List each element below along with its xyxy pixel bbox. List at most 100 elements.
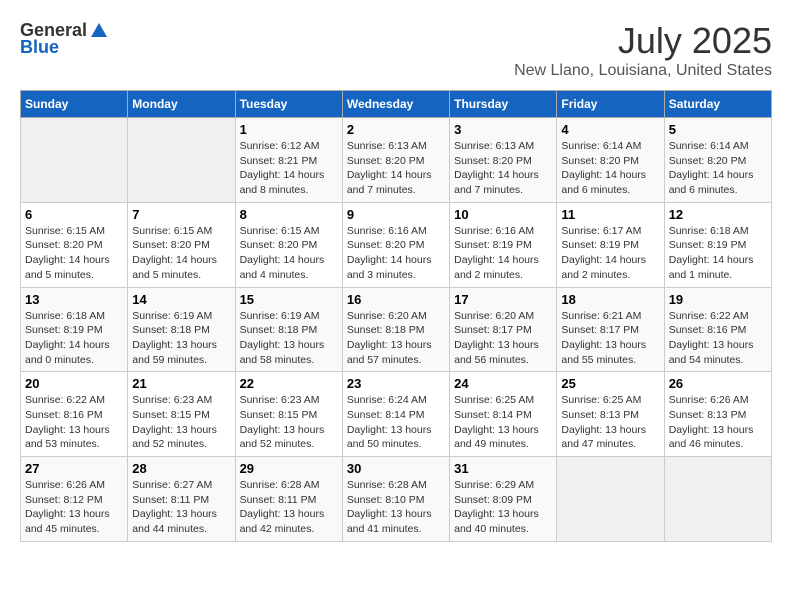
day-info: Sunrise: 6:26 AM Sunset: 8:13 PM Dayligh… — [669, 393, 767, 452]
day-info: Sunrise: 6:24 AM Sunset: 8:14 PM Dayligh… — [347, 393, 445, 452]
calendar-cell: 8 Sunrise: 6:15 AM Sunset: 8:20 PM Daylig… — [235, 202, 342, 287]
day-info: Sunrise: 6:15 AM Sunset: 8:20 PM Dayligh… — [132, 224, 230, 283]
day-number: 10 — [454, 207, 552, 222]
day-info: Sunrise: 6:26 AM Sunset: 8:12 PM Dayligh… — [25, 478, 123, 537]
calendar-cell: 31 Sunrise: 6:29 AM Sunset: 8:09 PM Dayli… — [450, 457, 557, 542]
day-number: 31 — [454, 461, 552, 476]
day-info: Sunrise: 6:16 AM Sunset: 8:19 PM Dayligh… — [454, 224, 552, 283]
day-number: 21 — [132, 376, 230, 391]
day-number: 4 — [561, 122, 659, 137]
calendar-cell: 22 Sunrise: 6:23 AM Sunset: 8:15 PM Dayli… — [235, 372, 342, 457]
day-info: Sunrise: 6:23 AM Sunset: 8:15 PM Dayligh… — [132, 393, 230, 452]
day-number: 19 — [669, 292, 767, 307]
calendar-cell: 21 Sunrise: 6:23 AM Sunset: 8:15 PM Dayli… — [128, 372, 235, 457]
header-thursday: Thursday — [450, 91, 557, 118]
day-info: Sunrise: 6:16 AM Sunset: 8:20 PM Dayligh… — [347, 224, 445, 283]
header-wednesday: Wednesday — [342, 91, 449, 118]
day-number: 14 — [132, 292, 230, 307]
day-info: Sunrise: 6:19 AM Sunset: 8:18 PM Dayligh… — [240, 309, 338, 368]
day-number: 5 — [669, 122, 767, 137]
calendar-cell: 10 Sunrise: 6:16 AM Sunset: 8:19 PM Dayli… — [450, 202, 557, 287]
calendar-table: SundayMondayTuesdayWednesdayThursdayFrid… — [20, 90, 772, 542]
day-number: 20 — [25, 376, 123, 391]
calendar-week-4: 20 Sunrise: 6:22 AM Sunset: 8:16 PM Dayli… — [21, 372, 772, 457]
day-number: 22 — [240, 376, 338, 391]
calendar-cell: 6 Sunrise: 6:15 AM Sunset: 8:20 PM Daylig… — [21, 202, 128, 287]
day-info: Sunrise: 6:28 AM Sunset: 8:11 PM Dayligh… — [240, 478, 338, 537]
day-number: 17 — [454, 292, 552, 307]
calendar-cell — [128, 118, 235, 203]
day-info: Sunrise: 6:13 AM Sunset: 8:20 PM Dayligh… — [454, 139, 552, 198]
calendar-week-5: 27 Sunrise: 6:26 AM Sunset: 8:12 PM Dayli… — [21, 457, 772, 542]
day-number: 6 — [25, 207, 123, 222]
title-section: July 2025 New Llano, Louisiana, United S… — [514, 20, 772, 80]
calendar-cell: 16Sunrise: 6:20 AM Sunset: 8:18 PM Dayli… — [342, 287, 449, 372]
day-info: Sunrise: 6:14 AM Sunset: 8:20 PM Dayligh… — [669, 139, 767, 198]
day-number: 15 — [240, 292, 338, 307]
day-info: Sunrise: 6:22 AM Sunset: 8:16 PM Dayligh… — [669, 309, 767, 368]
calendar-cell: 9 Sunrise: 6:16 AM Sunset: 8:20 PM Daylig… — [342, 202, 449, 287]
location-title: New Llano, Louisiana, United States — [514, 62, 772, 80]
day-info: Sunrise: 6:27 AM Sunset: 8:11 PM Dayligh… — [132, 478, 230, 537]
day-number: 2 — [347, 122, 445, 137]
calendar-cell — [664, 457, 771, 542]
calendar-cell: 19 Sunrise: 6:22 AM Sunset: 8:16 PM Dayli… — [664, 287, 771, 372]
calendar-cell: 29Sunrise: 6:28 AM Sunset: 8:11 PM Dayli… — [235, 457, 342, 542]
calendar-week-2: 6 Sunrise: 6:15 AM Sunset: 8:20 PM Daylig… — [21, 202, 772, 287]
day-info: Sunrise: 6:12 AM Sunset: 8:21 PM Dayligh… — [240, 139, 338, 198]
calendar-cell: 5 Sunrise: 6:14 AM Sunset: 8:20 PM Daylig… — [664, 118, 771, 203]
calendar-header-row: SundayMondayTuesdayWednesdayThursdayFrid… — [21, 91, 772, 118]
day-info: Sunrise: 6:22 AM Sunset: 8:16 PM Dayligh… — [25, 393, 123, 452]
day-info: Sunrise: 6:23 AM Sunset: 8:15 PM Dayligh… — [240, 393, 338, 452]
day-number: 28 — [132, 461, 230, 476]
calendar-cell: 15 Sunrise: 6:19 AM Sunset: 8:18 PM Dayli… — [235, 287, 342, 372]
day-info: Sunrise: 6:20 AM Sunset: 8:17 PM Dayligh… — [454, 309, 552, 368]
calendar-cell: 26 Sunrise: 6:26 AM Sunset: 8:13 PM Dayli… — [664, 372, 771, 457]
calendar-cell — [21, 118, 128, 203]
calendar-cell: 30 Sunrise: 6:28 AM Sunset: 8:10 PM Dayli… — [342, 457, 449, 542]
month-title: July 2025 — [514, 20, 772, 62]
day-info: Sunrise: 6:28 AM Sunset: 8:10 PM Dayligh… — [347, 478, 445, 537]
calendar-cell: 7Sunrise: 6:15 AM Sunset: 8:20 PM Daylig… — [128, 202, 235, 287]
day-number: 27 — [25, 461, 123, 476]
day-number: 1 — [240, 122, 338, 137]
day-info: Sunrise: 6:25 AM Sunset: 8:14 PM Dayligh… — [454, 393, 552, 452]
day-number: 26 — [669, 376, 767, 391]
day-info: Sunrise: 6:21 AM Sunset: 8:17 PM Dayligh… — [561, 309, 659, 368]
day-number: 24 — [454, 376, 552, 391]
header-tuesday: Tuesday — [235, 91, 342, 118]
day-info: Sunrise: 6:17 AM Sunset: 8:19 PM Dayligh… — [561, 224, 659, 283]
calendar-week-3: 13Sunrise: 6:18 AM Sunset: 8:19 PM Dayli… — [21, 287, 772, 372]
header-friday: Friday — [557, 91, 664, 118]
day-info: Sunrise: 6:25 AM Sunset: 8:13 PM Dayligh… — [561, 393, 659, 452]
day-info: Sunrise: 6:18 AM Sunset: 8:19 PM Dayligh… — [669, 224, 767, 283]
page-header: General Blue July 2025 New Llano, Louisi… — [20, 20, 772, 80]
calendar-cell: 14 Sunrise: 6:19 AM Sunset: 8:18 PM Dayli… — [128, 287, 235, 372]
day-number: 18 — [561, 292, 659, 307]
calendar-cell: 24 Sunrise: 6:25 AM Sunset: 8:14 PM Dayli… — [450, 372, 557, 457]
calendar-cell: 20 Sunrise: 6:22 AM Sunset: 8:16 PM Dayli… — [21, 372, 128, 457]
day-number: 8 — [240, 207, 338, 222]
day-info: Sunrise: 6:20 AM Sunset: 8:18 PM Dayligh… — [347, 309, 445, 368]
calendar-cell: 2Sunrise: 6:13 AM Sunset: 8:20 PM Daylig… — [342, 118, 449, 203]
day-number: 3 — [454, 122, 552, 137]
day-info: Sunrise: 6:19 AM Sunset: 8:18 PM Dayligh… — [132, 309, 230, 368]
calendar-cell: 4Sunrise: 6:14 AM Sunset: 8:20 PM Daylig… — [557, 118, 664, 203]
day-info: Sunrise: 6:29 AM Sunset: 8:09 PM Dayligh… — [454, 478, 552, 537]
logo-icon — [89, 21, 109, 41]
calendar-cell: 11 Sunrise: 6:17 AM Sunset: 8:19 PM Dayli… — [557, 202, 664, 287]
calendar-week-1: 1 Sunrise: 6:12 AM Sunset: 8:21 PM Daylig… — [21, 118, 772, 203]
calendar-cell: 25Sunrise: 6:25 AM Sunset: 8:13 PM Dayli… — [557, 372, 664, 457]
day-info: Sunrise: 6:15 AM Sunset: 8:20 PM Dayligh… — [240, 224, 338, 283]
header-monday: Monday — [128, 91, 235, 118]
header-saturday: Saturday — [664, 91, 771, 118]
calendar-cell: 3 Sunrise: 6:13 AM Sunset: 8:20 PM Daylig… — [450, 118, 557, 203]
day-number: 30 — [347, 461, 445, 476]
day-number: 11 — [561, 207, 659, 222]
day-info: Sunrise: 6:15 AM Sunset: 8:20 PM Dayligh… — [25, 224, 123, 283]
day-number: 9 — [347, 207, 445, 222]
day-number: 12 — [669, 207, 767, 222]
calendar-cell: 18 Sunrise: 6:21 AM Sunset: 8:17 PM Dayli… — [557, 287, 664, 372]
logo-blue-text: Blue — [20, 37, 59, 58]
calendar-cell: 13Sunrise: 6:18 AM Sunset: 8:19 PM Dayli… — [21, 287, 128, 372]
